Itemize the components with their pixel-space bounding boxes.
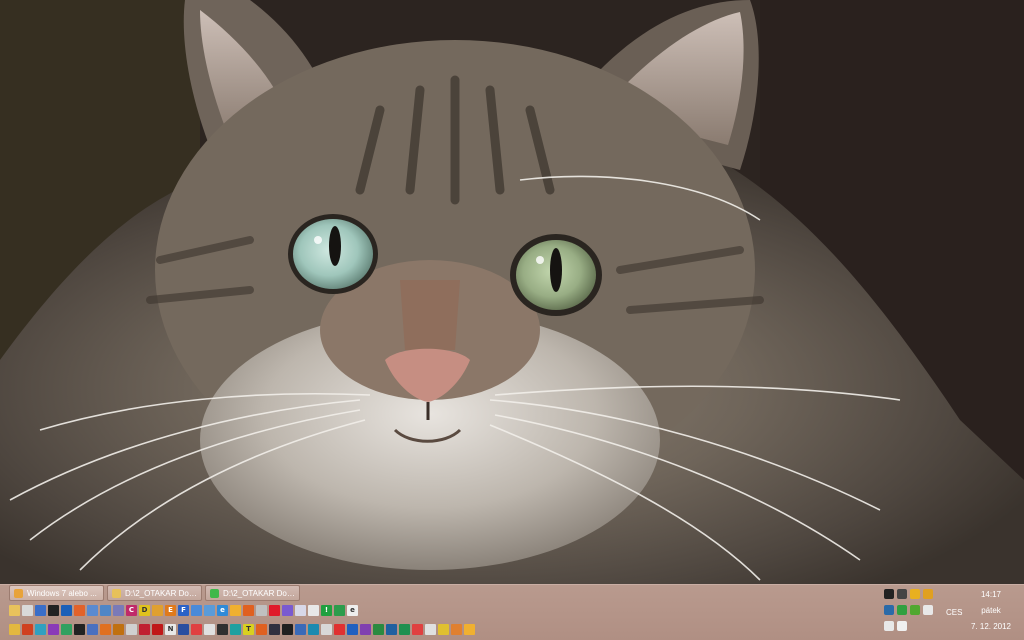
task-button-browser[interactable]: Windows 7 alebo ... [9,585,104,601]
folder-icon[interactable] [9,624,20,635]
chrome-icon[interactable] [464,624,475,635]
emoticon-icon[interactable] [923,589,933,599]
flag-icon[interactable] [923,605,933,615]
download-icon[interactable] [334,605,345,616]
ie-icon[interactable]: e [217,605,228,616]
quick-launch-row-1: C D E Fe! e [9,605,358,616]
folder-icon [112,588,121,598]
archive-icon[interactable] [113,624,124,635]
warning-icon[interactable]: ! [321,605,332,616]
drive-c-icon[interactable]: C [126,605,137,616]
list-icon[interactable] [347,624,358,635]
task-button-label: D:\2_OTAKAR Dok... [223,588,295,598]
chat-icon[interactable] [48,624,59,635]
lock-icon[interactable] [438,624,449,635]
video-icon[interactable] [269,624,280,635]
notepad-icon[interactable] [295,605,306,616]
globe-icon[interactable] [61,605,72,616]
task-button-label: D:\2_OTAKAR Dok... [125,588,197,598]
monitor-tray-icon[interactable] [884,589,894,599]
task-button-label: Windows 7 alebo ... [27,588,97,598]
speaker-icon[interactable] [897,621,907,631]
toolbar-icon[interactable] [191,624,202,635]
chrome-icon [14,588,23,598]
network-icon[interactable] [87,605,98,616]
sync-icon[interactable] [412,624,423,635]
sync-tray-icon[interactable] [897,589,907,599]
image-icon[interactable] [178,624,189,635]
scanner-icon[interactable] [204,605,215,616]
monitor-icon[interactable] [48,605,59,616]
settings-icon[interactable] [217,624,228,635]
user-icon[interactable] [35,624,46,635]
presentation-icon[interactable] [256,624,267,635]
clock-time: 14:17 [980,590,1002,599]
grid-icon[interactable] [308,624,319,635]
network-tray-icon[interactable] [884,605,894,615]
cross-icon[interactable] [139,624,150,635]
mail-icon[interactable] [256,605,267,616]
terminal-icon[interactable] [230,624,241,635]
paper-icon[interactable] [425,624,436,635]
taskbar: Windows 7 alebo ... D:\2_OTAKAR Dok... D… [0,584,1024,640]
stack-icon[interactable] [373,624,384,635]
firefox-icon[interactable] [74,605,85,616]
plus-icon[interactable] [334,624,345,635]
document-icon[interactable] [22,605,33,616]
desktop-wallpaper [0,0,1024,584]
chrome-icon[interactable] [230,605,241,616]
t-icon[interactable]: T [243,624,254,635]
bars-icon[interactable] [360,624,371,635]
smiley-icon[interactable] [910,589,920,599]
skype-icon[interactable] [269,605,280,616]
tray-row-1 [884,589,944,599]
calendar-icon[interactable] [204,624,215,635]
quick-launch-row-2: NT [9,624,475,635]
cat-photo [0,0,1024,584]
office-icon[interactable] [22,624,33,635]
update-icon[interactable] [910,605,920,615]
text-icon[interactable]: e [347,605,358,616]
calculator-icon[interactable] [308,605,319,616]
shield-icon[interactable] [321,624,332,635]
clock-day: pátek [981,606,1001,615]
chat-icon [210,588,219,598]
firefox-icon[interactable] [243,605,254,616]
film-icon[interactable] [74,624,85,635]
brush-icon[interactable] [282,624,293,635]
printer-icon[interactable] [191,605,202,616]
clock-date: 7. 12. 2012 [970,622,1012,631]
clock[interactable]: 14:17 pátek 7. 12. 2012 [964,590,1018,638]
window-icon[interactable] [35,605,46,616]
system-tray [884,589,944,639]
gear-icon[interactable] [152,605,163,616]
music-icon[interactable] [100,624,111,635]
pdf-icon[interactable] [152,624,163,635]
users-icon[interactable] [113,605,124,616]
shield-tray-icon[interactable] [897,605,907,615]
messenger-icon[interactable] [282,605,293,616]
media-icon[interactable] [126,624,137,635]
sheet-icon[interactable] [399,624,410,635]
drive-f-icon[interactable]: F [178,605,189,616]
task-button-explorer-2[interactable]: D:\2_OTAKAR Dok... [205,585,300,601]
drive-d-icon[interactable]: D [139,605,150,616]
badge-icon[interactable] [451,624,462,635]
folder-icon[interactable] [9,605,20,616]
tray-row-2 [884,605,944,615]
drive-e-icon[interactable]: E [165,605,176,616]
n-icon[interactable]: N [165,624,176,635]
book-icon[interactable] [386,624,397,635]
camera-icon[interactable] [61,624,72,635]
box-icon[interactable] [87,624,98,635]
language-indicator[interactable]: CES [946,608,962,617]
tray-row-3 [884,621,944,631]
task-button-explorer-1[interactable]: D:\2_OTAKAR Dok... [107,585,202,601]
computer-icon[interactable] [100,605,111,616]
wave-icon[interactable] [295,624,306,635]
chat-tray-icon[interactable] [884,621,894,631]
task-buttons: Windows 7 alebo ... D:\2_OTAKAR Dok... D… [9,585,300,602]
